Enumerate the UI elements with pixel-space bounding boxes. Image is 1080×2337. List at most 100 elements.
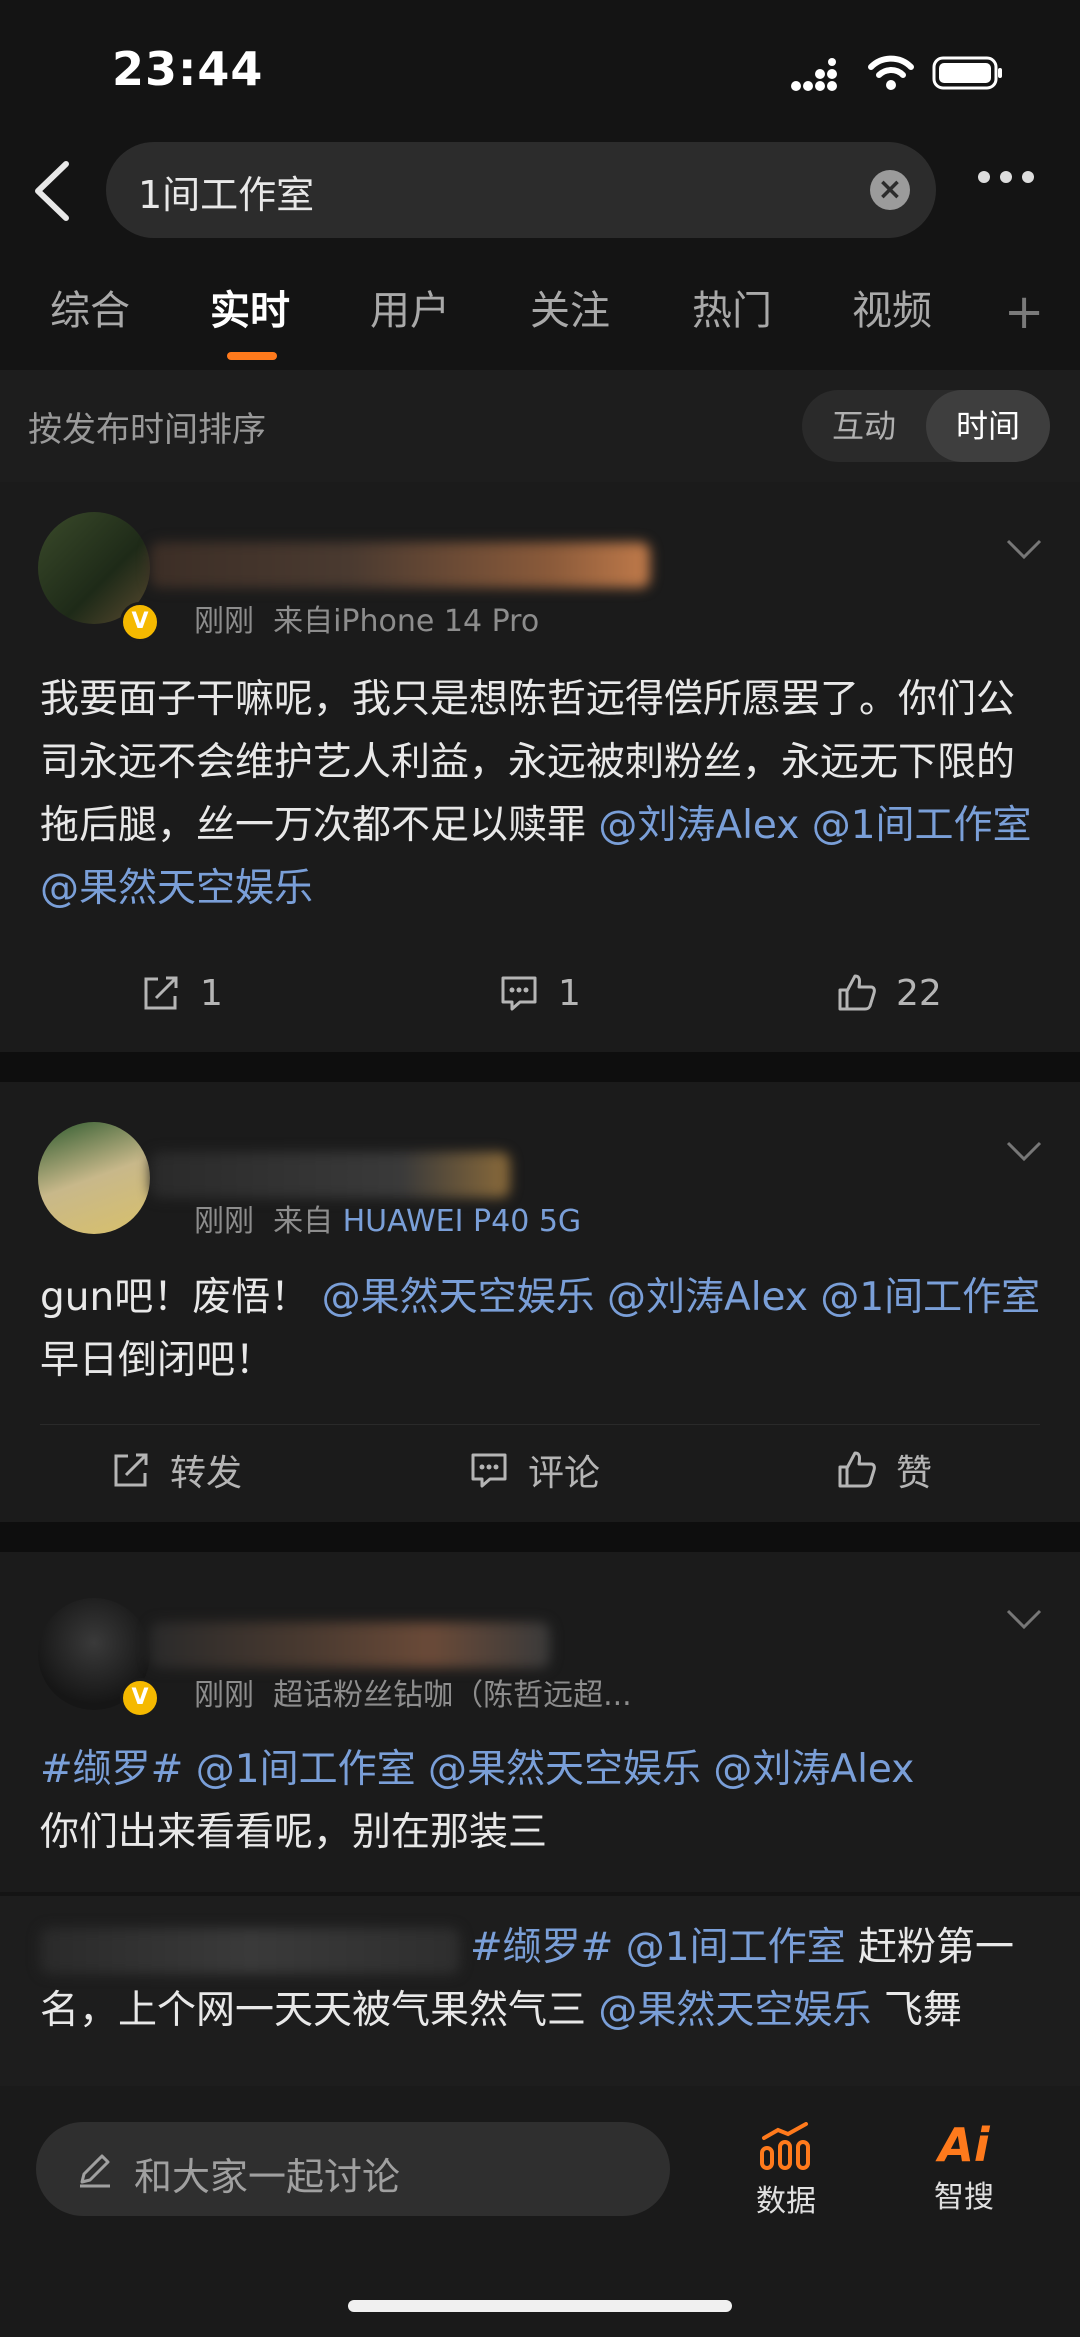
sort-toggle: 互动 时间 [802, 390, 1050, 462]
post-text: 我要面子干嘛呢，我只是想陈哲远得偿所愿罢了。你们公司永远不会维护艺人利益，永远被… [40, 668, 1045, 920]
status-time: 23:44 [112, 42, 264, 96]
battery-icon [932, 56, 1002, 90]
comment-count: 1 [558, 972, 581, 1014]
like-button[interactable]: 22 [836, 972, 942, 1014]
post-text: gun吧！废悟！ @果然天空娱乐 @刘涛Alex @1间工作室 早日倒闭吧！ [40, 1266, 1045, 1392]
repost-button[interactable]: 1 [140, 972, 223, 1014]
post-card[interactable]: #缬罗# @1间工作室 赶粉第一名，上个网一天天被气果然气三 @果然天空娱乐 飞… [0, 1896, 1080, 2086]
data-button[interactable]: 数据 [746, 2122, 826, 2220]
repost-icon [114, 1453, 148, 1487]
username[interactable] [150, 1622, 550, 1668]
ai-search-icon: Ai [938, 2118, 990, 2172]
post-source: 来自iPhone 14 Pro [273, 604, 540, 639]
comment-button[interactable]: 评论 [468, 1444, 600, 1496]
like-count: 22 [896, 972, 942, 1014]
mention-link[interactable]: @果然天空娱乐 [598, 1988, 871, 2033]
tab-bar: 综合 实时 用户 关注 热门 视频 [0, 278, 1080, 358]
post-text: #缬罗# @1间工作室 @果然天空娱乐 @刘涛Alex 你们出来看看呢，别在那装… [40, 1738, 1045, 1864]
mention-link[interactable]: @1间工作室 [820, 1275, 1040, 1320]
comment-label: 评论 [528, 1453, 601, 1494]
device-link[interactable]: HUAWEI P40 5G [343, 1204, 582, 1239]
mention-link[interactable]: @刘涛Alex [607, 1275, 808, 1320]
like-icon [838, 974, 876, 1011]
cellular-signal-icon [791, 58, 837, 91]
post-actions: 1 1 22 [0, 972, 1080, 1032]
mention-link[interactable]: @刘涛Alex [598, 803, 799, 848]
tab-realtime[interactable]: 实时 [210, 278, 290, 336]
search-input[interactable]: 1间工作室 × [106, 142, 936, 238]
repost-icon [144, 976, 178, 1010]
mention-link[interactable]: @刘涛Alex [713, 1747, 914, 1792]
tab-following[interactable]: 关注 [530, 278, 610, 336]
action-separator [40, 1424, 1040, 1425]
post-time: 刚刚 [194, 1204, 254, 1239]
tab-users[interactable]: 用户 [370, 278, 450, 336]
username[interactable] [150, 1152, 510, 1198]
sort-option-interaction[interactable]: 互动 [802, 390, 926, 462]
wifi-icon [868, 55, 914, 90]
home-indicator [348, 2300, 732, 2312]
username[interactable] [150, 542, 650, 588]
comment-icon [471, 1453, 507, 1488]
sort-label: 按发布时间排序 [28, 410, 266, 450]
post-divider [0, 1052, 1080, 1082]
sort-option-time[interactable]: 时间 [926, 390, 1050, 462]
post-divider [0, 1522, 1080, 1552]
comment-icon [501, 976, 537, 1011]
search-query: 1间工作室 [138, 173, 315, 217]
repost-button[interactable]: 转发 [110, 1444, 242, 1496]
topic-link[interactable]: #缬罗# [470, 1925, 613, 1970]
data-chart-icon [760, 2122, 810, 2170]
tab-video[interactable]: 视频 [852, 278, 932, 336]
sort-bar: 按发布时间排序 互动 时间 [0, 370, 1080, 482]
post-source: 超话粉丝钻咖（陈哲远超... [273, 1678, 632, 1713]
post-meta: 刚刚 来自 HUAWEI P40 5G [194, 1196, 581, 1240]
tab-overall[interactable]: 综合 [50, 278, 130, 336]
mention-link[interactable]: @果然天空娱乐 [40, 866, 313, 911]
chevron-down-icon[interactable] [1006, 1140, 1042, 1162]
pencil-icon [80, 2154, 110, 2188]
more-options-button[interactable] [978, 168, 1044, 208]
active-tab-indicator [227, 352, 277, 360]
post-body: 飞舞 [883, 1988, 962, 2033]
chevron-down-icon[interactable] [1006, 538, 1042, 560]
post-meta: 刚刚 来自iPhone 14 Pro [194, 596, 539, 640]
post-body: 你们出来看看呢，别在那装三 [40, 1810, 548, 1855]
chevron-down-icon[interactable] [1006, 1608, 1042, 1630]
repost-label: 转发 [170, 1453, 243, 1494]
verified-badge-icon: V [120, 1678, 160, 1718]
discuss-placeholder: 和大家一起讨论 [134, 2155, 401, 2199]
mention-link[interactable]: @1间工作室 [196, 1747, 416, 1792]
post-body: 早日倒闭吧！ [40, 1338, 275, 1383]
post-time: 刚刚 [194, 1678, 254, 1713]
add-tab-icon[interactable]: + [1004, 284, 1044, 340]
like-button[interactable]: 赞 [836, 1444, 932, 1496]
topic-link[interactable]: #缬罗# [40, 1747, 183, 1792]
mention-link[interactable]: @1间工作室 [812, 803, 1032, 848]
post-card[interactable]: 刚刚 来自 HUAWEI P40 5G gun吧！废悟！ @果然天空娱乐 @刘涛… [0, 1082, 1080, 1522]
avatar[interactable] [38, 1122, 150, 1234]
post-source: 来自 [273, 1204, 334, 1239]
mention-link[interactable]: @果然天空娱乐 [428, 1747, 701, 1792]
back-arrow-icon[interactable] [30, 160, 74, 222]
like-icon [838, 1451, 876, 1488]
post-text: #缬罗# @1间工作室 赶粉第一名，上个网一天天被气果然气三 @果然天空娱乐 飞… [40, 1916, 1045, 2042]
tab-hot[interactable]: 热门 [692, 278, 772, 336]
mention-link[interactable]: @1间工作室 [626, 1925, 846, 1970]
ai-search-label: 智搜 [934, 2180, 994, 2215]
verified-badge-icon: V [120, 602, 160, 642]
post-card[interactable]: V 刚刚 超话粉丝钻咖（陈哲远超... #缬罗# @1间工作室 @果然天空娱乐 … [0, 1552, 1080, 1892]
clear-search-icon[interactable]: × [870, 170, 910, 210]
post-actions: 转发 评论 赞 [0, 1444, 1080, 1504]
ai-search-button[interactable]: Ai 智搜 [924, 2118, 1004, 2216]
post-card[interactable]: V 刚刚 来自iPhone 14 Pro 我要面子干嘛呢，我只是想陈哲远得偿所愿… [0, 482, 1080, 1052]
comment-button[interactable]: 1 [498, 972, 581, 1014]
post-body: gun吧！废悟！ [40, 1275, 310, 1320]
repost-count: 1 [200, 972, 223, 1014]
like-label: 赞 [896, 1453, 933, 1494]
post-time: 刚刚 [194, 604, 254, 639]
discuss-input[interactable]: 和大家一起讨论 [36, 2122, 670, 2216]
mention-link[interactable]: @果然天空娱乐 [322, 1275, 595, 1320]
post-meta: 刚刚 超话粉丝钻咖（陈哲远超... [194, 1670, 632, 1714]
data-label: 数据 [756, 2184, 816, 2219]
